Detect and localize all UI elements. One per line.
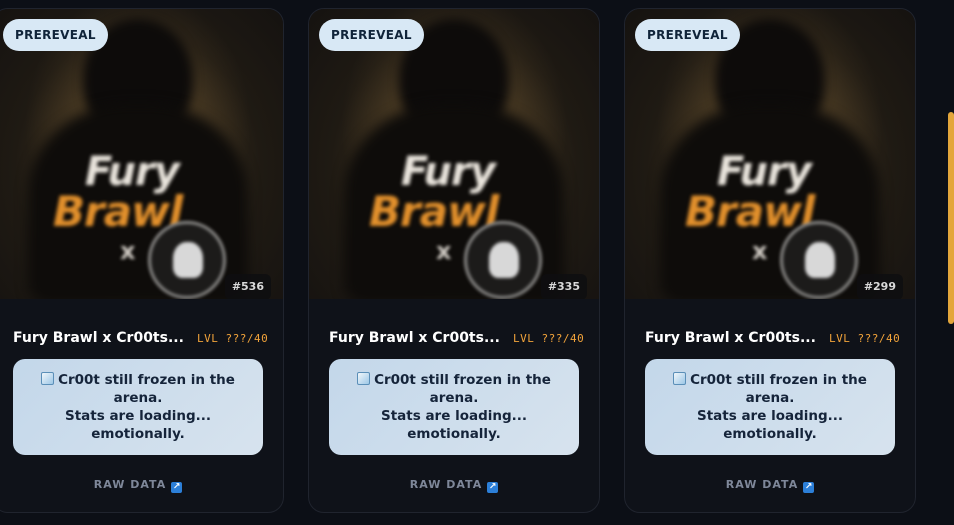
card-title[interactable]: Fury Brawl x Cr00ts... [13,330,184,346]
nft-artwork[interactable]: Fury Brawl x PREREVEAL #335 [309,9,599,299]
status-line: Stats are loading... [696,408,844,424]
status-line: emotionally. [723,426,817,442]
skull-icon [173,242,203,278]
raw-data-label[interactable]: RAW DATA [726,478,798,491]
level-indicator: LVL ???/40 [197,332,269,345]
artwork-logo-x: x [120,237,136,265]
status-line: Stats are loading... [380,408,528,424]
nft-artwork[interactable]: Fury Brawl x PREREVEAL #299 [625,9,915,299]
status-line: Stats are loading... [64,408,212,424]
raw-data-link[interactable]: RAW DATA ↗ [309,478,599,493]
artwork-logo-x: x [752,237,768,265]
status-message: Cr00t still frozen in the arena. Stats a… [645,359,895,455]
status-message: Cr00t still frozen in the arena. Stats a… [13,359,263,455]
nft-card[interactable]: Fury Brawl x PREREVEAL #536 Fury Brawl x… [0,8,284,513]
external-link-icon[interactable]: ↗ [171,482,183,493]
token-number-badge: #335 [540,274,587,299]
card-title-row: Fury Brawl x Cr00ts... LVL ???/40 [329,330,599,352]
scrollbar-thumb[interactable] [948,112,954,324]
nft-card-grid: Fury Brawl x PREREVEAL #536 Fury Brawl x… [0,0,954,525]
prereveal-badge: PREREVEAL [319,19,424,51]
status-line: Cr00t still frozen in the [41,371,235,389]
status-line: emotionally. [407,426,501,442]
raw-data-link[interactable]: RAW DATA ↗ [0,478,283,493]
status-message: Cr00t still frozen in the arena. Stats a… [329,359,579,455]
croots-skull-logo [464,221,542,299]
prereveal-badge: PREREVEAL [3,19,108,51]
status-line: Cr00t still frozen in the [357,371,551,389]
prereveal-badge: PREREVEAL [635,19,740,51]
token-number-badge: #536 [224,274,271,299]
level-indicator: LVL ???/40 [513,332,585,345]
external-link-icon[interactable]: ↗ [803,482,815,493]
level-indicator: LVL ???/40 [829,332,901,345]
token-number-badge: #299 [856,274,903,299]
card-title-row: Fury Brawl x Cr00ts... LVL ???/40 [645,330,915,352]
nft-card[interactable]: Fury Brawl x PREREVEAL #335 Fury Brawl x… [308,8,600,513]
croots-skull-logo [148,221,226,299]
card-title-row: Fury Brawl x Cr00ts... LVL ???/40 [13,330,283,352]
external-link-icon[interactable]: ↗ [487,482,499,493]
raw-data-label[interactable]: RAW DATA [410,478,482,491]
status-line: Cr00t still frozen in the [673,371,867,389]
status-line: arena. [745,390,795,406]
status-line: arena. [113,390,163,406]
ice-cube-icon [41,372,55,385]
artwork-logo-x: x [436,237,452,265]
status-line: emotionally. [91,426,185,442]
card-title[interactable]: Fury Brawl x Cr00ts... [645,330,816,346]
skull-icon [805,242,835,278]
ice-cube-icon [357,372,371,385]
card-title[interactable]: Fury Brawl x Cr00ts... [329,330,500,346]
raw-data-label[interactable]: RAW DATA [94,478,166,491]
ice-cube-icon [673,372,687,385]
nft-card[interactable]: Fury Brawl x PREREVEAL #299 Fury Brawl x… [624,8,916,513]
raw-data-link[interactable]: RAW DATA ↗ [625,478,915,493]
nft-artwork[interactable]: Fury Brawl x PREREVEAL #536 [0,9,283,299]
status-line: arena. [429,390,479,406]
skull-icon [489,242,519,278]
croots-skull-logo [780,221,858,299]
